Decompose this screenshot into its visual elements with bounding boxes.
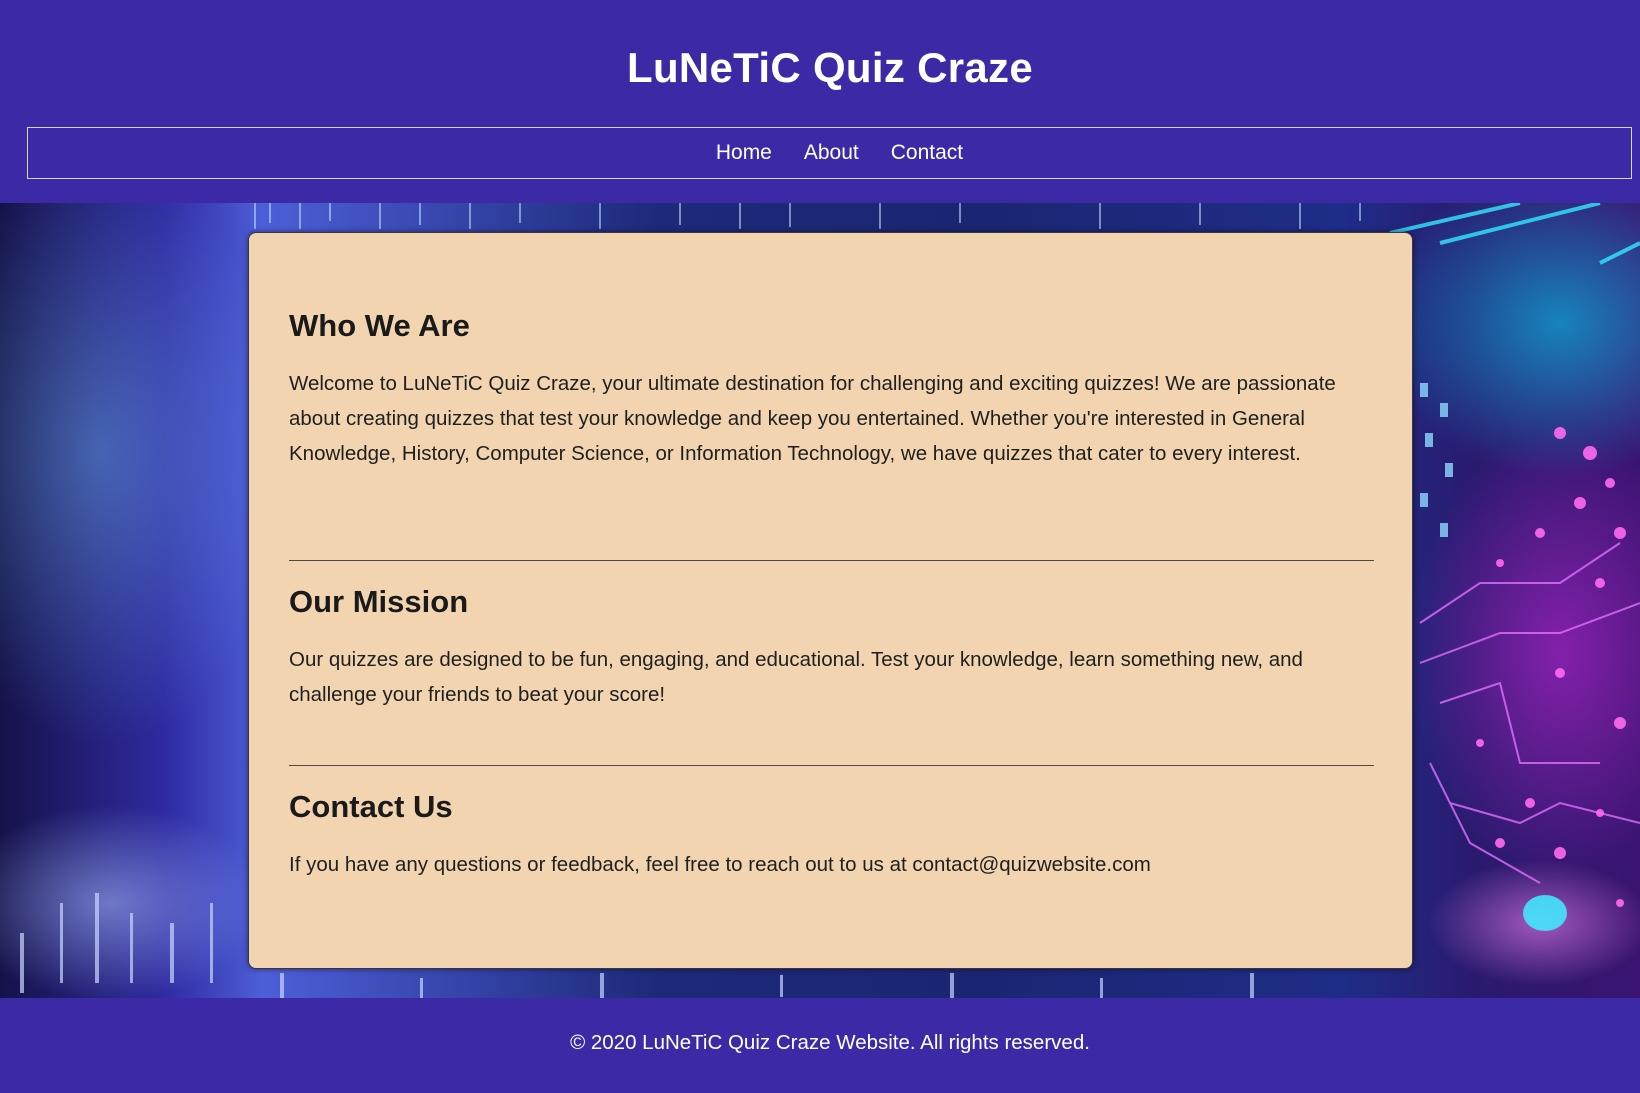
section-who-we-are: Who We Are Welcome to LuNeTiC Quiz Craze… bbox=[289, 308, 1374, 471]
section-heading: Our Mission bbox=[289, 584, 469, 619]
section-our-mission: Our Mission Our quizzes are designed to … bbox=[289, 584, 1374, 712]
site-footer: © 2020 LuNeTiC Quiz Craze Website. All r… bbox=[0, 998, 1640, 1093]
copyright-text: © 2020 LuNeTiC Quiz Craze Website. All r… bbox=[570, 1031, 1090, 1054]
site-title: LuNeTiC Quiz Craze bbox=[626, 44, 1034, 91]
nav-link-contact[interactable]: Contact bbox=[891, 141, 963, 165]
nav-link-home[interactable]: Home bbox=[716, 141, 772, 165]
section-divider bbox=[289, 765, 1374, 766]
section-divider bbox=[289, 560, 1374, 561]
nav-link-about[interactable]: About bbox=[804, 141, 859, 165]
section-body: Welcome to LuNeTiC Quiz Craze, your ulti… bbox=[289, 372, 1336, 465]
section-contact-us: Contact Us If you have any questions or … bbox=[289, 789, 1374, 882]
site-header: LuNeTiC Quiz Craze Home About Contact bbox=[0, 0, 1640, 203]
main-nav: Home About Contact bbox=[27, 127, 1632, 179]
about-content-card: Who We Are Welcome to LuNeTiC Quiz Craze… bbox=[248, 232, 1413, 969]
section-heading: Who We Are bbox=[289, 308, 470, 343]
section-heading: Contact Us bbox=[289, 789, 453, 824]
section-body: Our quizzes are designed to be fun, enga… bbox=[289, 648, 1303, 706]
section-body: If you have any questions or feedback, f… bbox=[289, 853, 1151, 876]
